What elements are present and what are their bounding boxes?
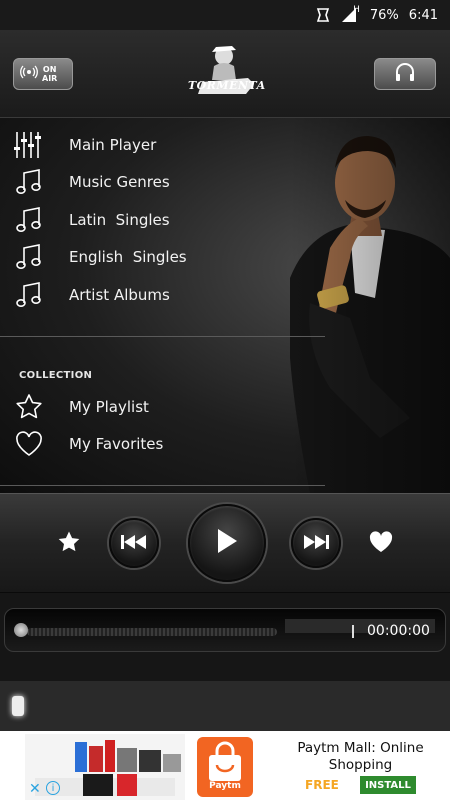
music-note-icon (14, 280, 44, 310)
star-filled-icon (57, 530, 81, 558)
paytm-brand-text: Paytm (209, 781, 241, 791)
music-note-icon (14, 167, 44, 197)
seek-bar[interactable] (27, 628, 277, 636)
skip-forward-icon (303, 534, 329, 553)
menu-item-label: My Playlist (69, 397, 149, 416)
favorite-star-button[interactable] (55, 530, 83, 558)
cast-icon (315, 7, 331, 23)
headphones-button[interactable] (374, 58, 436, 90)
equalizer-icon (14, 130, 44, 160)
star-outline-icon (14, 392, 44, 422)
headphones-icon (394, 62, 416, 86)
progress-section: 00:00:00 (0, 593, 450, 681)
collection-heading: COLLECTION (19, 370, 93, 381)
favorite-heart-button[interactable] (367, 530, 395, 558)
ad-close-icon[interactable]: ✕ (29, 781, 41, 797)
ad-price: FREE (305, 778, 339, 792)
elapsed-time: 00:00:00 (367, 623, 430, 639)
ad-info-icon[interactable]: i (46, 781, 60, 795)
time-separator (352, 625, 354, 638)
broadcast-icon (20, 63, 38, 85)
volume-knob[interactable] (12, 696, 24, 716)
divider (0, 485, 325, 486)
main-menu-list: Main Player Music Genres Latin Singles E… (0, 126, 325, 314)
ad-install-button[interactable]: INSTALL (360, 776, 416, 794)
ad-banner[interactable]: Paytm Paytm Mall: Online Shopping FREE I… (0, 731, 450, 800)
battery-percent: 76% (369, 7, 399, 23)
heart-outline-icon (14, 429, 44, 459)
play-icon (216, 528, 238, 558)
collection-list: My Playlist My Favorites (0, 388, 325, 463)
next-button[interactable] (291, 518, 341, 568)
ad-title: Paytm Mall: Online Shopping (297, 740, 424, 773)
menu-item-label: English Singles (69, 248, 187, 267)
play-button[interactable] (188, 504, 266, 582)
progress-panel: 00:00:00 (4, 608, 446, 652)
status-bar: H 76% 6:41 (0, 0, 450, 30)
menu-item-label: My Favorites (69, 435, 164, 454)
menu-item-my-favorites[interactable]: My Favorites (0, 426, 325, 464)
divider (0, 336, 325, 337)
music-note-icon (14, 205, 44, 235)
menu-item-label: Main Player (69, 135, 157, 154)
ad-content[interactable]: Paytm Paytm Mall: Online Shopping FREE I… (25, 734, 425, 800)
menu-item-label: Latin Singles (69, 210, 170, 229)
player-controls (0, 493, 450, 593)
menu-item-label: Artist Albums (69, 285, 170, 304)
menu-item-main-player[interactable]: Main Player (0, 126, 325, 164)
clock: 6:41 (408, 7, 438, 23)
tormenta-logo: TORMENTA (188, 38, 265, 108)
seek-knob[interactable] (14, 623, 28, 637)
network-type: H (353, 5, 360, 15)
on-air-button[interactable]: ON AIR (13, 58, 73, 90)
music-note-icon (14, 242, 44, 272)
menu-item-label: Music Genres (69, 173, 170, 192)
on-air-label: ON AIR (42, 65, 58, 83)
volume-bar[interactable] (0, 681, 450, 731)
skip-back-icon (121, 534, 147, 553)
app-header: ON AIR TORMENTA (0, 30, 450, 118)
menu-item-artist-albums[interactable]: Artist Albums (0, 276, 325, 314)
menu-item-music-genres[interactable]: Music Genres (0, 164, 325, 202)
menu-item-latin-singles[interactable]: Latin Singles (0, 201, 325, 239)
previous-button[interactable] (109, 518, 159, 568)
menu-item-my-playlist[interactable]: My Playlist (0, 388, 325, 426)
navigation-menu: Main Player Music Genres Latin Singles E… (0, 118, 450, 493)
heart-filled-icon (369, 531, 393, 557)
menu-item-english-singles[interactable]: English Singles (0, 239, 325, 277)
